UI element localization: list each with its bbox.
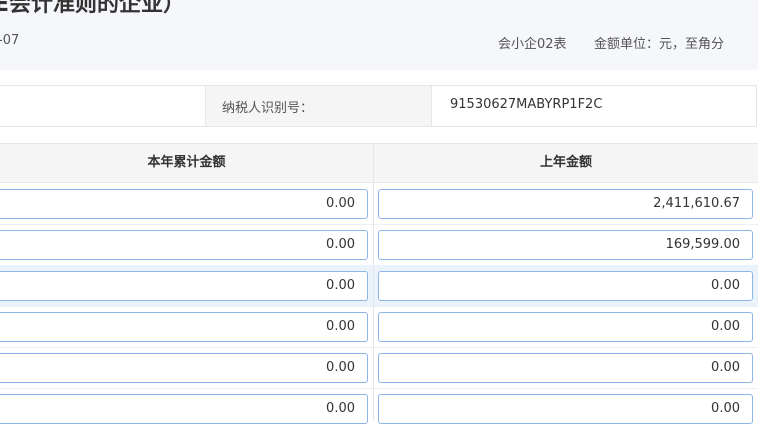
income-statement-table: 本年累计金额 上年金额 0.00 2,411,610.67 0.00 169,5… [0,143,758,424]
taxpayer-row: 纳税人识别号： 91530627MABYRP1F2C [0,85,757,127]
table-row: 0.00 0.00 [0,388,758,429]
taxpayer-id-label-cell: 纳税人识别号： [205,86,432,126]
table-row-highlighted: 0.00 0.00 [0,265,758,306]
column-divider [373,183,374,421]
previous-year-amount-input[interactable]: 0.00 [378,271,753,301]
current-year-amount-input[interactable]: 0.00 [0,394,368,424]
taxpayer-id-label: 纳税人识别号： [222,101,314,116]
previous-year-amount-input[interactable]: 0.00 [378,353,753,383]
taxpayer-row-border [756,86,757,126]
column-header-previous-year: 上年金额 [373,143,758,183]
current-year-amount-input[interactable]: 0.00 [0,312,368,342]
amount-unit: 金额单位：元，至角分 [594,37,725,52]
report-header: E会计准则的企业） -07 会小企02表 金额单位：元，至角分 [0,0,758,70]
current-year-amount-input[interactable]: 0.00 [0,353,368,383]
table-row: 0.00 0.00 [0,347,758,388]
taxpayer-id-value: 91530627MABYRP1F2C [450,97,603,112]
form-code: 会小企02表 [498,37,567,52]
table-row: 0.00 0.00 [0,306,758,347]
table-row: 0.00 2,411,610.67 [0,183,758,224]
previous-year-amount-input[interactable]: 0.00 [378,394,753,424]
table-row: 0.00 169,599.00 [0,224,758,265]
previous-year-amount-input[interactable]: 169,599.00 [378,230,753,260]
current-year-amount-input[interactable]: 0.00 [0,230,368,260]
current-year-amount-input[interactable]: 0.00 [0,271,368,301]
report-title: E会计准则的企业） [0,0,186,17]
report-period: -07 [0,33,20,48]
previous-year-amount-input[interactable]: 0.00 [378,312,753,342]
current-year-amount-input[interactable]: 0.00 [0,189,368,219]
previous-year-amount-input[interactable]: 2,411,610.67 [378,189,753,219]
column-header-current-year: 本年累计金额 [0,143,373,183]
